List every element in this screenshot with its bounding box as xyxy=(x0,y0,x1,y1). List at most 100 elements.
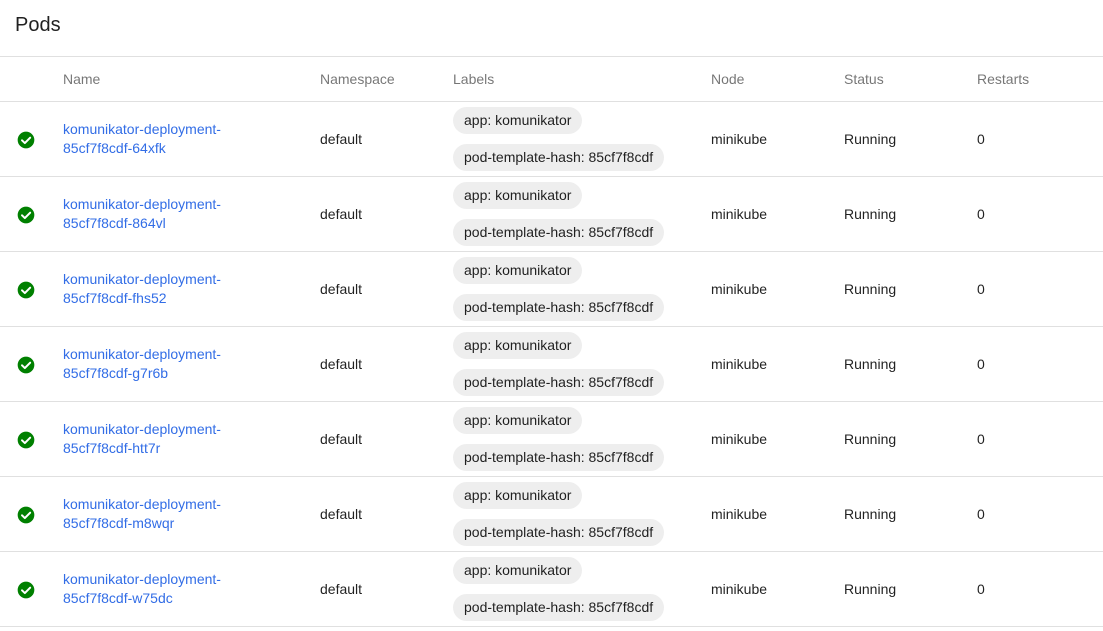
status-cell: Running xyxy=(844,251,977,327)
labels-cell: app: komunikator pod-template-hash: 85cf… xyxy=(453,476,711,552)
pod-name-link[interactable]: komunikator-deployment- 85cf7f8cdf-m8wqr xyxy=(63,495,263,533)
namespace-cell: default xyxy=(320,176,453,252)
label-chips: app: komunikator pod-template-hash: 85cf… xyxy=(453,181,711,246)
pod-name-line2: 85cf7f8cdf-htt7r xyxy=(63,439,161,456)
pod-name-line1: komunikator-deployment- xyxy=(63,420,221,437)
label-chip-app: app: komunikator xyxy=(453,181,583,209)
table-row[interactable]: komunikator-deployment- 85cf7f8cdf-w75dc… xyxy=(0,551,1103,627)
pod-name-link[interactable]: komunikator-deployment- 85cf7f8cdf-w75dc xyxy=(63,570,263,608)
table-row[interactable]: komunikator-deployment- 85cf7f8cdf-m8wqr… xyxy=(0,476,1103,552)
restarts-cell: 0 xyxy=(977,176,1103,252)
pod-name-line1: komunikator-deployment- xyxy=(63,345,221,362)
pod-name-line2: 85cf7f8cdf-m8wqr xyxy=(63,514,175,531)
status-icon-cell xyxy=(0,551,63,627)
label-chip-pod-template-hash: pod-template-hash: 85cf7f8cdf xyxy=(453,368,665,396)
table-row[interactable]: komunikator-deployment- 85cf7f8cdf-64xfk… xyxy=(0,101,1103,177)
label-chip-app: app: komunikator xyxy=(453,106,583,134)
column-header-restarts[interactable]: Restarts xyxy=(977,57,1103,102)
check-circle-icon xyxy=(17,356,35,373)
node-cell: minikube xyxy=(711,326,844,402)
labels-cell: app: komunikator pod-template-hash: 85cf… xyxy=(453,251,711,327)
name-cell: komunikator-deployment- 85cf7f8cdf-m8wqr xyxy=(63,476,320,552)
label-chips: app: komunikator pod-template-hash: 85cf… xyxy=(453,331,711,396)
status-cell: Running xyxy=(844,401,977,477)
namespace-cell: default xyxy=(320,401,453,477)
pod-name-line2: 85cf7f8cdf-fhs52 xyxy=(63,289,167,306)
namespace-cell: default xyxy=(320,251,453,327)
column-header-namespace[interactable]: Namespace xyxy=(320,57,453,102)
restarts-cell: 0 xyxy=(977,551,1103,627)
name-cell: komunikator-deployment- 85cf7f8cdf-64xfk xyxy=(63,101,320,177)
label-chip-pod-template-hash: pod-template-hash: 85cf7f8cdf xyxy=(453,143,665,171)
status-cell: Running xyxy=(844,326,977,402)
status-icon-cell xyxy=(0,101,63,177)
labels-cell: app: komunikator pod-template-hash: 85cf… xyxy=(453,326,711,402)
table-row[interactable]: komunikator-deployment- 85cf7f8cdf-g7r6b… xyxy=(0,326,1103,402)
column-header-node: Node xyxy=(711,57,844,102)
column-header-status-icon xyxy=(0,57,63,102)
label-chip-app: app: komunikator xyxy=(453,556,583,584)
node-cell: minikube xyxy=(711,551,844,627)
check-circle-icon xyxy=(17,506,35,523)
label-chip-app: app: komunikator xyxy=(453,406,583,434)
status-icon-cell xyxy=(0,176,63,252)
labels-cell: app: komunikator pod-template-hash: 85cf… xyxy=(453,401,711,477)
column-header-labels: Labels xyxy=(453,57,711,102)
check-circle-icon xyxy=(17,131,35,148)
pod-name-line2: 85cf7f8cdf-w75dc xyxy=(63,589,173,606)
restarts-cell: 0 xyxy=(977,326,1103,402)
check-circle-icon xyxy=(17,581,35,598)
name-cell: komunikator-deployment- 85cf7f8cdf-864vl xyxy=(63,176,320,252)
check-circle-icon xyxy=(17,281,35,298)
status-icon-cell xyxy=(0,476,63,552)
restarts-cell: 0 xyxy=(977,251,1103,327)
pod-name-link[interactable]: komunikator-deployment- 85cf7f8cdf-htt7r xyxy=(63,420,263,458)
labels-cell: app: komunikator pod-template-hash: 85cf… xyxy=(453,176,711,252)
name-cell: komunikator-deployment- 85cf7f8cdf-htt7r xyxy=(63,401,320,477)
pod-name-link[interactable]: komunikator-deployment- 85cf7f8cdf-864vl xyxy=(63,195,263,233)
page-title: Pods xyxy=(15,13,61,36)
status-cell: Running xyxy=(844,476,977,552)
table-row[interactable]: komunikator-deployment- 85cf7f8cdf-864vl… xyxy=(0,176,1103,252)
pod-name-line1: komunikator-deployment- xyxy=(63,495,221,512)
pod-name-line2: 85cf7f8cdf-g7r6b xyxy=(63,364,169,381)
table-row[interactable]: komunikator-deployment- 85cf7f8cdf-htt7r… xyxy=(0,401,1103,477)
pods-card: Pods Name Namespace Labels Node Status R… xyxy=(0,0,1103,631)
labels-cell: app: komunikator pod-template-hash: 85cf… xyxy=(453,551,711,627)
pod-name-link[interactable]: komunikator-deployment- 85cf7f8cdf-g7r6b xyxy=(63,345,263,383)
namespace-cell: default xyxy=(320,326,453,402)
node-cell: minikube xyxy=(711,401,844,477)
label-chip-pod-template-hash: pod-template-hash: 85cf7f8cdf xyxy=(453,518,665,546)
table-header-row: Name Namespace Labels Node Status Restar… xyxy=(0,57,1103,102)
table-row[interactable]: komunikator-deployment- 85cf7f8cdf-fhs52… xyxy=(0,251,1103,327)
status-cell: Running xyxy=(844,101,977,177)
node-cell: minikube xyxy=(711,101,844,177)
column-header-name[interactable]: Name xyxy=(63,57,320,102)
name-cell: komunikator-deployment- 85cf7f8cdf-w75dc xyxy=(63,551,320,627)
status-icon-cell xyxy=(0,326,63,402)
status-icon-cell xyxy=(0,251,63,327)
label-chip-pod-template-hash: pod-template-hash: 85cf7f8cdf xyxy=(453,218,665,246)
name-cell: komunikator-deployment- 85cf7f8cdf-fhs52 xyxy=(63,251,320,327)
pod-name-line1: komunikator-deployment- xyxy=(63,570,221,587)
label-chip-pod-template-hash: pod-template-hash: 85cf7f8cdf xyxy=(453,593,665,621)
node-cell: minikube xyxy=(711,176,844,252)
column-header-status: Status xyxy=(844,57,977,102)
label-chip-app: app: komunikator xyxy=(453,481,583,509)
pod-name-line1: komunikator-deployment- xyxy=(63,120,221,137)
pod-name-line1: komunikator-deployment- xyxy=(63,195,221,212)
labels-cell: app: komunikator pod-template-hash: 85cf… xyxy=(453,101,711,177)
name-cell: komunikator-deployment- 85cf7f8cdf-g7r6b xyxy=(63,326,320,402)
restarts-cell: 0 xyxy=(977,101,1103,177)
label-chip-pod-template-hash: pod-template-hash: 85cf7f8cdf xyxy=(453,293,665,321)
node-cell: minikube xyxy=(711,476,844,552)
pod-name-link[interactable]: komunikator-deployment- 85cf7f8cdf-fhs52 xyxy=(63,270,263,308)
check-circle-icon xyxy=(17,206,35,223)
status-cell: Running xyxy=(844,551,977,627)
check-circle-icon xyxy=(17,431,35,448)
namespace-cell: default xyxy=(320,101,453,177)
pod-name-link[interactable]: komunikator-deployment- 85cf7f8cdf-64xfk xyxy=(63,120,263,158)
card-header: Pods xyxy=(0,0,1103,57)
namespace-cell: default xyxy=(320,476,453,552)
label-chip-app: app: komunikator xyxy=(453,331,583,359)
